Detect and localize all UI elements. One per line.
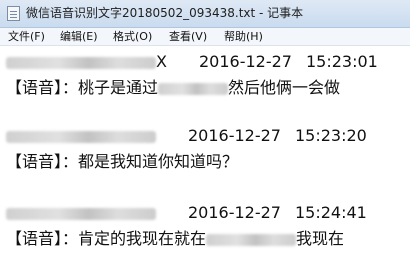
entry-time: 15:24:41: [294, 203, 367, 222]
redacted-text: [158, 82, 229, 95]
redacted-name: [6, 56, 156, 69]
entry-body: 【语音】：都是我知道你知道吗？: [6, 152, 238, 172]
menu-edit[interactable]: 编辑(E): [60, 29, 98, 44]
entry-text: ：肯定的我现在就在: [62, 229, 207, 248]
menu-bar: 文件(F) 编辑(E) 格式(O) 查看(V) 帮助(H): [0, 28, 410, 46]
entry-time: 15:23:20: [294, 126, 367, 145]
entry-body: 【语音】：肯定的我现在就在 我现在: [6, 229, 344, 249]
menu-help[interactable]: 帮助(H): [224, 29, 263, 44]
notepad-icon: [7, 6, 20, 21]
entry-time: 15:23:01: [305, 52, 378, 71]
entry-date: 2016-12-27: [188, 203, 281, 222]
entry-date: 2016-12-27: [188, 126, 281, 145]
entry-text: ：桃子是通过: [62, 78, 159, 97]
redacted-name: [6, 130, 156, 143]
notepad-window: 微信语音识别文字20180502_093438.txt - 记事本 文件(F) …: [0, 0, 410, 271]
entry-text-continued: 然后他俩一会做: [228, 78, 341, 97]
entry-text: ：都是我知道你知道吗？: [62, 152, 239, 171]
voice-tag: 【语音】: [6, 78, 63, 97]
menu-format[interactable]: 格式(O): [113, 29, 152, 44]
redacted-text: [206, 233, 297, 246]
redacted-name: [6, 207, 156, 220]
entry-header: 2016-12-27 15:23:20: [6, 126, 367, 146]
entry-header: X 2016-12-27 15:23:01: [6, 52, 378, 72]
entry-header: 2016-12-27 15:24:41: [6, 203, 367, 223]
entry-text-continued: 我现在: [296, 229, 345, 248]
entry-body: 【语音】：桃子是通过 然后他俩一会做: [6, 78, 340, 98]
voice-tag: 【语音】: [6, 229, 63, 248]
name-tail: X: [156, 52, 167, 71]
menu-view[interactable]: 查看(V): [169, 29, 207, 44]
window-title: 微信语音识别文字20180502_093438.txt - 记事本: [26, 6, 304, 20]
title-bar[interactable]: 微信语音识别文字20180502_093438.txt - 记事本: [0, 0, 410, 28]
entry-date: 2016-12-27: [198, 52, 292, 71]
voice-tag: 【语音】: [6, 152, 63, 171]
menu-file[interactable]: 文件(F): [8, 29, 45, 44]
text-area[interactable]: X 2016-12-27 15:23:01 【语音】：桃子是通过 然后他俩一会做 20…: [0, 46, 410, 271]
